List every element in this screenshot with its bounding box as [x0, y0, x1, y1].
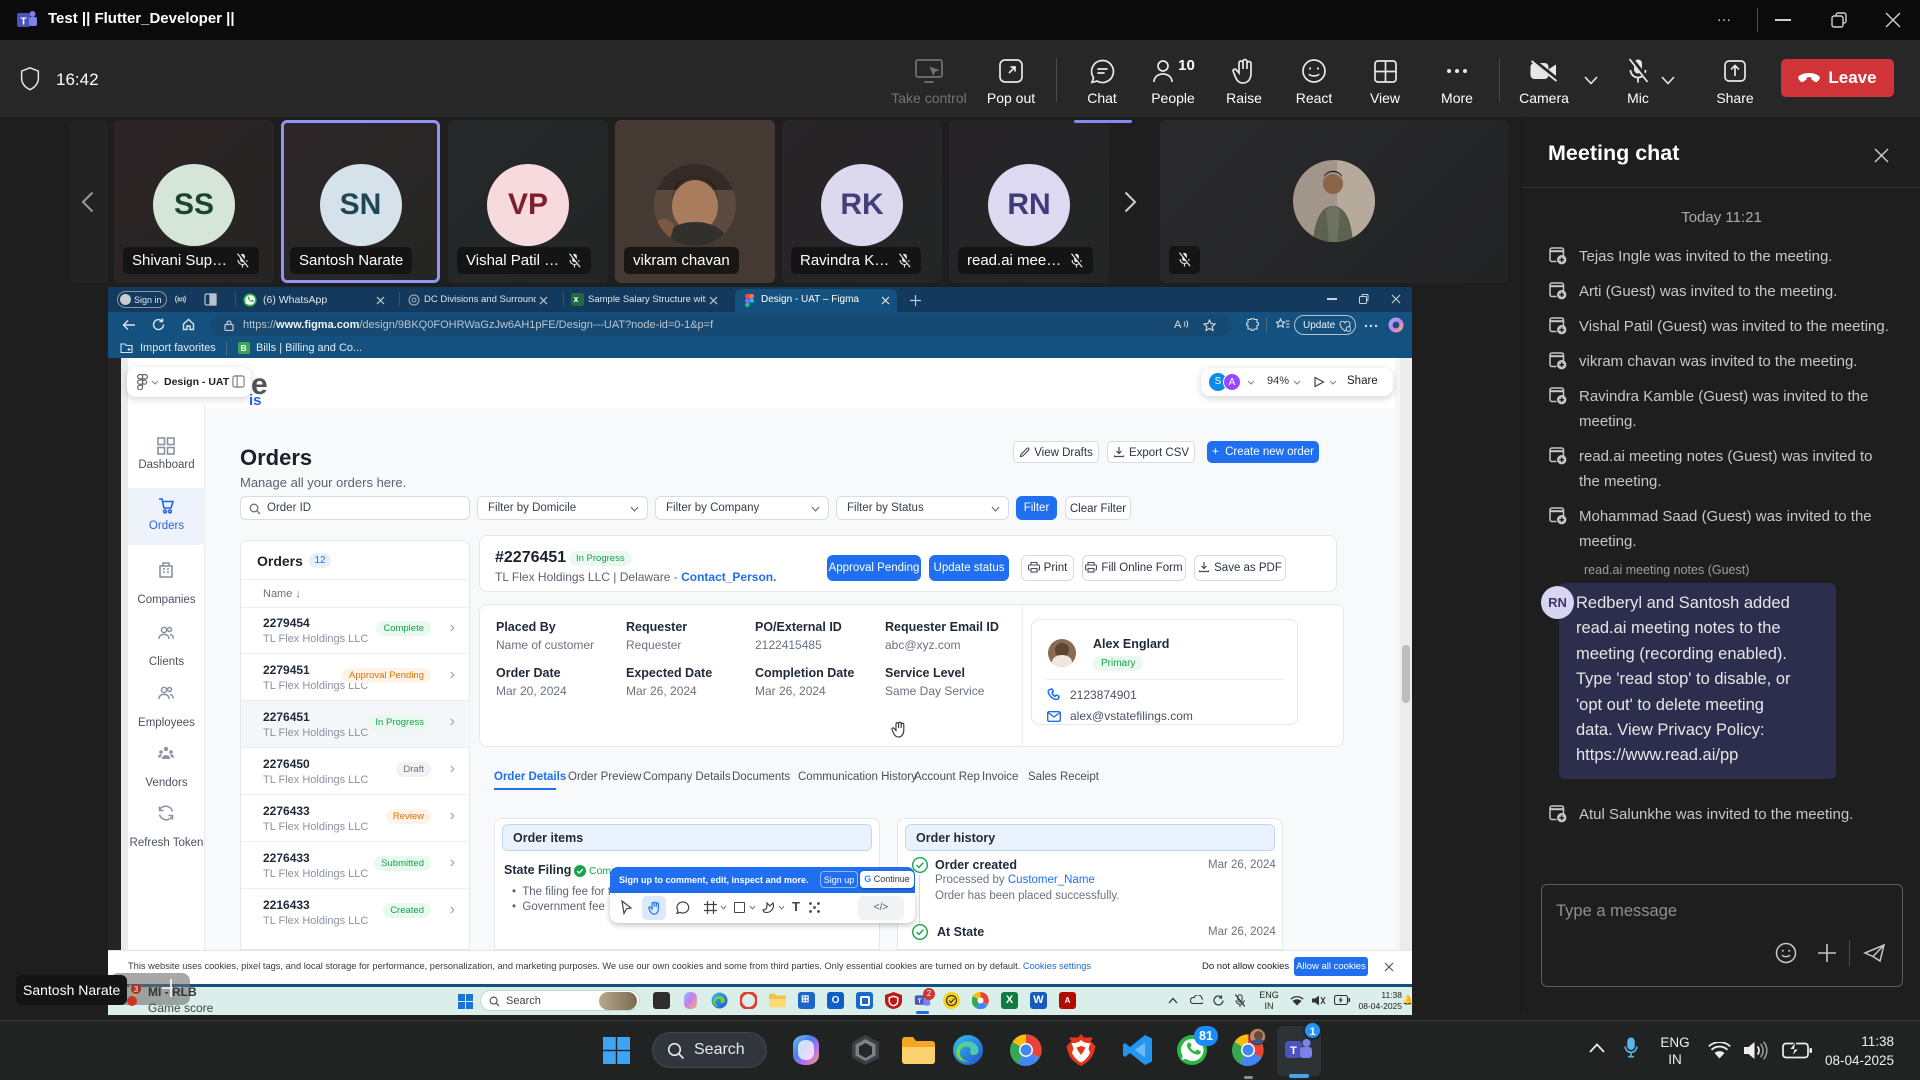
svg-text:T: T: [1290, 1045, 1297, 1057]
svg-text:T: T: [20, 17, 26, 28]
svg-text:3: 3: [134, 985, 139, 994]
